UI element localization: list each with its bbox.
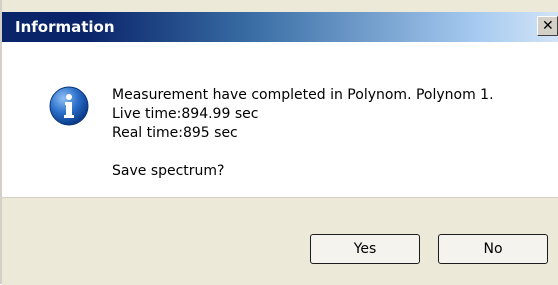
yes-button[interactable]: Yes [310,234,420,264]
message-area: Measurement have completed in Polynom. P… [2,42,558,197]
button-bar: Yes No [2,197,558,285]
question-line: Save spectrum? [112,163,225,179]
close-icon: ✕ [542,18,554,34]
dialog-title: Information [15,18,115,36]
message-line: Measurement have completed in Polynom. P… [112,87,494,103]
close-button[interactable]: ✕ [537,16,558,36]
real-time-line: Real time:895 sec [112,125,238,141]
live-time-line: Live time:894.99 sec [112,106,259,122]
information-dialog: Information ✕ Measurement have completed… [0,0,558,285]
title-bar[interactable]: Information ✕ [2,12,558,42]
info-icon [49,86,89,126]
no-button[interactable]: No [438,234,548,264]
message-text: Measurement have completed in Polynom. P… [112,86,494,181]
